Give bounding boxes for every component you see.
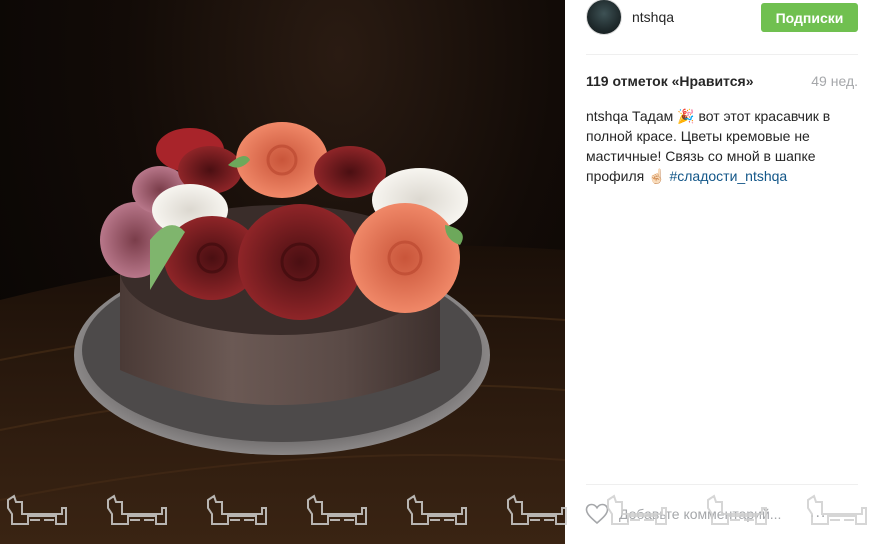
post-header: ntshqa Подписки <box>565 0 880 54</box>
caption-author[interactable]: ntshqa <box>586 108 628 124</box>
comment-bar: ... <box>565 486 880 544</box>
cake-photo-illustration <box>0 122 565 544</box>
caption-text-1: Тадам <box>631 108 678 124</box>
post-caption: ntshqa Тадам 🎉 вот этот красавчик в полн… <box>586 106 858 186</box>
likes-row: 119 отметок «Нравится» 49 нед. <box>586 73 858 91</box>
heart-icon[interactable] <box>585 503 609 525</box>
post-details-panel: ntshqa Подписки 119 отметок «Нравится» 4… <box>565 0 880 544</box>
avatar[interactable] <box>586 0 622 35</box>
pointing-up-icon: ☝🏻 <box>648 168 666 184</box>
party-popper-icon: 🎉 <box>677 108 695 124</box>
more-options-icon[interactable]: ... <box>810 504 826 522</box>
divider <box>586 484 858 485</box>
post-photo[interactable] <box>0 0 565 544</box>
likes-count[interactable]: 119 отметок «Нравится» <box>586 73 753 89</box>
divider <box>586 54 858 55</box>
comment-input[interactable] <box>619 502 799 526</box>
caption-hashtag[interactable]: #сладости_ntshqa <box>669 168 787 184</box>
follow-button[interactable]: Подписки <box>761 3 858 32</box>
username-link[interactable]: ntshqa <box>632 9 674 25</box>
post-timestamp[interactable]: 49 нед. <box>811 73 858 89</box>
